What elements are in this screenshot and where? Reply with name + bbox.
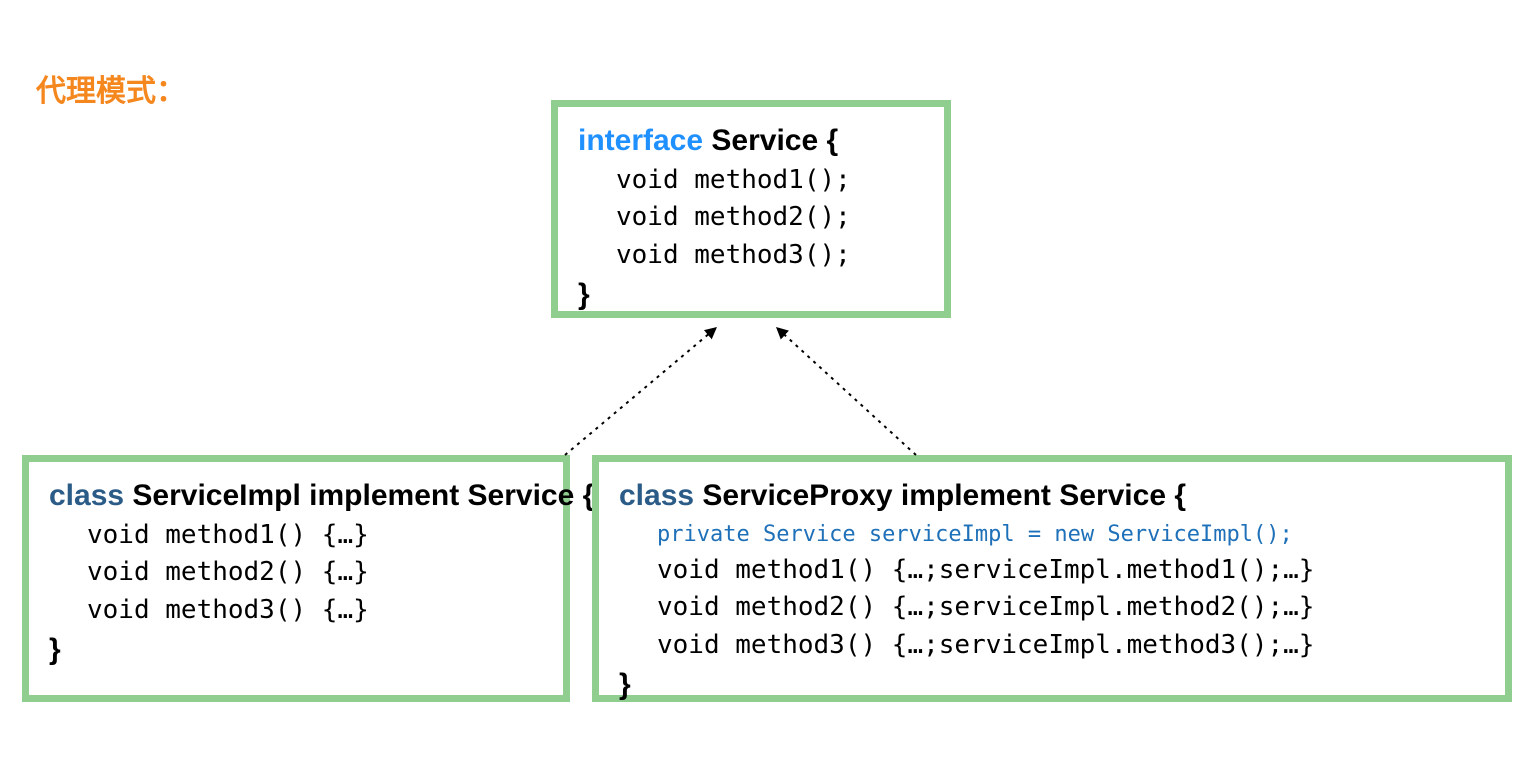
interface-method-2: void method2();	[578, 199, 924, 237]
keyword-class: class	[619, 479, 694, 512]
proxy-method-2: void method2() {…;serviceImpl.method2();…	[619, 589, 1485, 627]
impl-decl-text: ServiceImpl implement Service {	[124, 479, 594, 512]
interface-close-brace: }	[578, 275, 924, 314]
proxy-method-1: void method1() {…;serviceImpl.method1();…	[619, 552, 1485, 590]
interface-box: interface Service { void method1(); void…	[551, 100, 951, 318]
service-proxy-box: class ServiceProxy implement Service { p…	[592, 455, 1512, 702]
diagram-title: 代理模式：	[36, 66, 186, 110]
keyword-interface: interface	[578, 124, 703, 157]
impl-method-1: void method1() {…}	[49, 517, 543, 555]
interface-method-1: void method1();	[578, 162, 924, 200]
interface-method-3: void method3();	[578, 237, 924, 275]
impl-close-brace: }	[49, 630, 543, 669]
impl-method-3: void method3() {…}	[49, 592, 543, 630]
service-impl-box: class ServiceImpl implement Service { vo…	[22, 455, 570, 702]
proxy-declaration: class ServiceProxy implement Service {	[619, 476, 1485, 517]
proxy-decl-text: ServiceProxy implement Service {	[694, 479, 1186, 512]
interface-decl-text: Service {	[703, 124, 838, 157]
arrow-proxy-to-interface	[776, 327, 916, 455]
impl-declaration: class ServiceImpl implement Service {	[49, 476, 543, 517]
impl-method-2: void method2() {…}	[49, 554, 543, 592]
proxy-field: private Service serviceImpl = new Servic…	[619, 517, 1485, 552]
keyword-class: class	[49, 479, 124, 512]
proxy-method-3: void method3() {…;serviceImpl.method3();…	[619, 627, 1485, 665]
interface-declaration: interface Service {	[578, 121, 924, 162]
arrow-impl-to-interface	[565, 327, 717, 455]
proxy-close-brace: }	[619, 665, 1485, 704]
